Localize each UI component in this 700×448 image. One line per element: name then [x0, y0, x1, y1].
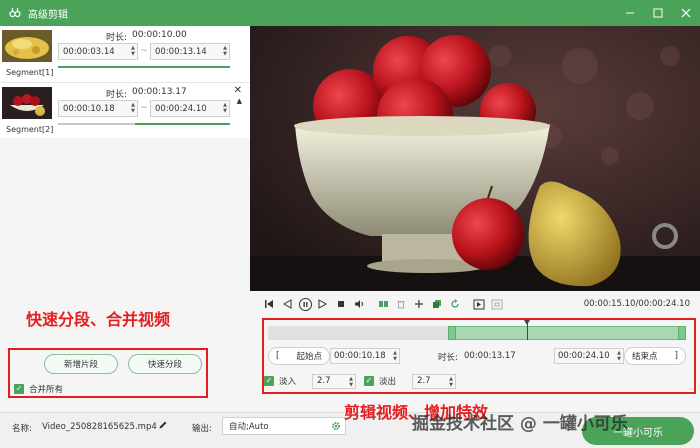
timeline-track[interactable] [268, 320, 686, 340]
segment-duration-label: 时长: [106, 33, 128, 43]
mark-in-icon[interactable] [472, 297, 486, 311]
segment-duration-label: 时长: [106, 90, 128, 100]
segment-progress-fill [135, 123, 230, 125]
add-segment-button[interactable]: 新增片段 [44, 354, 118, 374]
annotation-left: 快速分段、合并视频 [26, 310, 171, 329]
spinner-icon[interactable]: ▲ ▼ [223, 102, 227, 114]
volume-icon[interactable] [352, 297, 366, 311]
video-preview[interactable] [250, 26, 700, 291]
segment-label: Segment[2] [6, 125, 54, 134]
set-start-button[interactable]: [起始点 [268, 347, 330, 365]
fade-out-checkbox[interactable]: ✓ [364, 376, 375, 386]
range-start-input[interactable]: 00:00:10.18 ▲ ▼ [330, 348, 400, 364]
name-label: 名称: [12, 424, 32, 434]
step-forward-icon[interactable] [316, 297, 330, 311]
output-label: 输出: [192, 424, 212, 434]
timeline-start-handle[interactable] [447, 326, 456, 340]
segment-end-input[interactable]: 00:00:24.10 ▲ ▼ [150, 100, 230, 117]
segment-start-input[interactable]: 00:00:10.18 ▲ ▼ [58, 100, 138, 117]
mark-out-icon[interactable] [490, 297, 504, 311]
spinner-icon[interactable]: ▲ ▼ [131, 45, 135, 57]
minimize-icon[interactable] [616, 0, 644, 26]
fade-in-label: 淡入 [279, 377, 297, 387]
segment-item[interactable]: Segment[2] 时长: 00:00:13.17 00:00:10.18 ▲ ▼… [0, 82, 250, 138]
timeline-end-handle[interactable] [678, 326, 686, 340]
edit-icon[interactable] [158, 420, 168, 433]
skip-start-icon[interactable] [262, 297, 276, 311]
fade-out-label: 淡出 [379, 377, 397, 387]
segment-item[interactable]: Segment[1] 时长: 00:00:10.00 00:00:03.14 ▲ ▼… [0, 26, 250, 82]
quick-split-button[interactable]: 快速分段 [128, 354, 202, 374]
range-duration: 00:00:13.17 [464, 351, 516, 361]
fade-in-checkbox[interactable]: ✓ [264, 376, 274, 386]
window-controls [616, 0, 700, 26]
segment-end-input[interactable]: 00:00:13.14 ▲ ▼ [150, 43, 230, 60]
segment-duration: 00:00:13.17 [132, 87, 187, 97]
fade-controls: ✓ 淡入 2.7 ▲ ▼ ✓ 淡出 2.7 ▲ ▼ [264, 373, 457, 389]
segment-progress-track [58, 66, 230, 68]
watermark: 掘金技术社区 @ 一罐小可乐 [412, 414, 628, 434]
spinner-icon[interactable]: ▲ ▼ [393, 350, 397, 362]
range-end-input[interactable]: 00:00:24.10 ▲ ▼ [554, 348, 624, 364]
spinner-icon[interactable]: ▲ ▼ [349, 376, 353, 388]
add-icon[interactable] [412, 297, 426, 311]
timeline-selected-range[interactable] [447, 326, 686, 340]
window-title: 高级剪辑 [28, 9, 68, 21]
close-icon[interactable] [672, 0, 700, 26]
spinner-icon[interactable]: ▲ ▼ [449, 376, 453, 388]
range-controls: [起始点 00:00:10.18 ▲ ▼ 时长: 00:00:13.17 00:00… [268, 347, 686, 365]
merge-all-checkbox[interactable]: ✓ 合并所有 [14, 383, 63, 395]
checkbox-checked-icon[interactable]: ✓ [14, 384, 24, 394]
pause-icon[interactable] [298, 297, 312, 311]
segment-progress-track [58, 123, 230, 125]
range-separator: ~ [140, 46, 148, 56]
spinner-icon[interactable]: ▲ ▼ [617, 350, 621, 362]
copy-icon[interactable] [430, 297, 444, 311]
stop-icon[interactable] [334, 297, 348, 311]
spinner-icon[interactable]: ▲ ▼ [131, 102, 135, 114]
step-back-icon[interactable] [280, 297, 294, 311]
segment-start-input[interactable]: 00:00:03.14 ▲ ▼ [58, 43, 138, 60]
segment-label: Segment[1] [6, 68, 54, 77]
merge-all-label: 合并所有 [29, 385, 64, 395]
move-up-icon[interactable]: ▲ [237, 97, 242, 105]
maximize-icon[interactable] [644, 0, 672, 26]
fade-in-input[interactable]: 2.7 ▲ ▼ [312, 373, 357, 389]
gear-icon[interactable] [331, 421, 341, 434]
spinner-icon[interactable]: ▲ ▼ [223, 45, 227, 57]
output-select[interactable]: 自动;Auto [222, 417, 346, 435]
rotate-icon[interactable] [448, 297, 462, 311]
segment-thumbnail [2, 87, 52, 119]
range-duration-label: 时长: [438, 353, 458, 363]
range-separator: ~ [140, 103, 148, 113]
title-bar: 高级剪辑 [0, 0, 700, 26]
split-icon[interactable] [376, 297, 390, 311]
segment-progress-fill [58, 66, 230, 68]
remove-segment-icon[interactable]: ✕ [234, 85, 242, 96]
segment-thumbnail [2, 30, 52, 62]
file-name: Video_250828165625.mp4 [42, 422, 157, 432]
fade-out-input[interactable]: 2.7 ▲ ▼ [412, 373, 457, 389]
editor-controls: 00:00:15.10/00:00:24.10 [起始点 00:00:10.18… [250, 291, 700, 412]
set-end-button[interactable]: 结束点] [624, 347, 686, 365]
time-readout: 00:00:15.10/00:00:24.10 [583, 299, 690, 309]
app-icon [8, 6, 22, 20]
player-toolbar [262, 297, 508, 311]
delete-icon[interactable] [394, 297, 408, 311]
playhead[interactable] [527, 322, 529, 340]
segment-duration: 00:00:10.00 [132, 30, 187, 40]
